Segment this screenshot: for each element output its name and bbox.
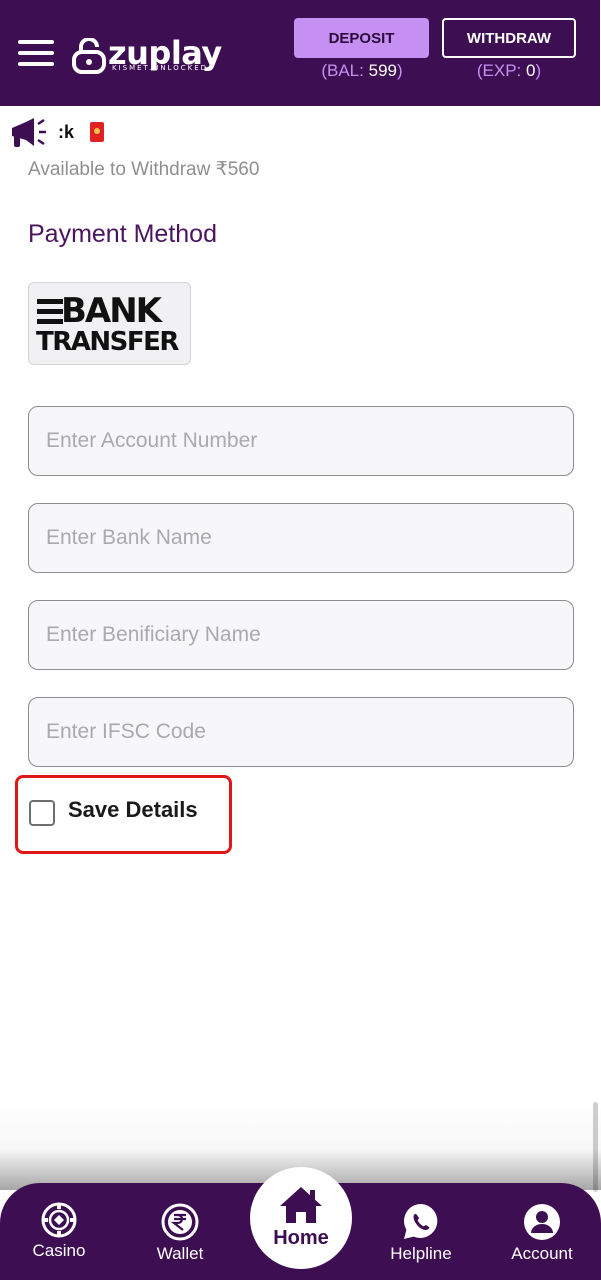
red-envelope-icon bbox=[90, 122, 104, 142]
nav-account-label: Account bbox=[511, 1244, 573, 1263]
exposure-readout: (EXP: 0) bbox=[446, 61, 572, 81]
top-header: zuplay KISMET.UNLOCKED DEPOSIT WITHDRAW … bbox=[0, 0, 600, 106]
deposit-button[interactable]: DEPOSIT bbox=[294, 18, 429, 58]
save-details-label[interactable]: Save Details bbox=[68, 797, 198, 823]
save-details-checkbox[interactable] bbox=[29, 800, 55, 826]
exposure-prefix: (EXP: bbox=[476, 61, 522, 80]
bank-transfer-option[interactable]: BANK TRANSFER bbox=[28, 282, 191, 365]
withdraw-button[interactable]: WITHDRAW bbox=[442, 18, 576, 58]
nav-wallet[interactable]: Wallet bbox=[132, 1197, 228, 1267]
whatsapp-icon bbox=[404, 1204, 438, 1239]
nav-helpline-label: Helpline bbox=[390, 1244, 452, 1263]
balance-prefix: (BAL: bbox=[321, 61, 364, 80]
bank-name-input[interactable] bbox=[28, 503, 574, 573]
account-number-input[interactable] bbox=[28, 406, 574, 476]
ifsc-code-input[interactable] bbox=[28, 697, 574, 767]
hamburger-menu-icon[interactable] bbox=[18, 40, 54, 70]
nav-casino[interactable]: Casino bbox=[11, 1197, 107, 1267]
beneficiary-name-input[interactable] bbox=[28, 600, 574, 670]
user-icon bbox=[524, 1204, 560, 1240]
announcement-text: :k bbox=[58, 122, 75, 142]
nav-casino-label: Casino bbox=[32, 1241, 86, 1260]
bank-transfer-label-line2: TRANSFER bbox=[36, 327, 179, 357]
nav-home[interactable]: Home bbox=[250, 1167, 352, 1269]
announcement-marquee: :k bbox=[8, 114, 208, 154]
home-icon bbox=[280, 1187, 322, 1223]
balance-value: 599 bbox=[368, 61, 397, 80]
nav-home-label: Home bbox=[273, 1227, 329, 1249]
casino-chip-icon bbox=[41, 1202, 77, 1238]
nav-account[interactable]: Account bbox=[494, 1197, 590, 1267]
bank-lines-icon bbox=[37, 299, 63, 329]
lock-logo-icon bbox=[72, 38, 106, 74]
nav-helpline[interactable]: Helpline bbox=[373, 1197, 469, 1267]
balance-readout: (BAL: 599) bbox=[300, 61, 424, 81]
megaphone-icon bbox=[12, 118, 46, 147]
balance-suffix: ) bbox=[396, 61, 403, 80]
exposure-suffix: ) bbox=[535, 61, 542, 80]
payment-method-title: Payment Method bbox=[28, 220, 217, 248]
available-to-withdraw: Available to Withdraw ₹560 bbox=[28, 159, 260, 180]
rupee-icon bbox=[161, 1203, 199, 1241]
nav-wallet-label: Wallet bbox=[156, 1244, 204, 1263]
bank-transfer-label-line1: BANK bbox=[61, 291, 162, 331]
zuplay-logo[interactable]: zuplay KISMET.UNLOCKED bbox=[72, 34, 230, 76]
logo-tagline: KISMET.UNLOCKED bbox=[112, 64, 209, 72]
